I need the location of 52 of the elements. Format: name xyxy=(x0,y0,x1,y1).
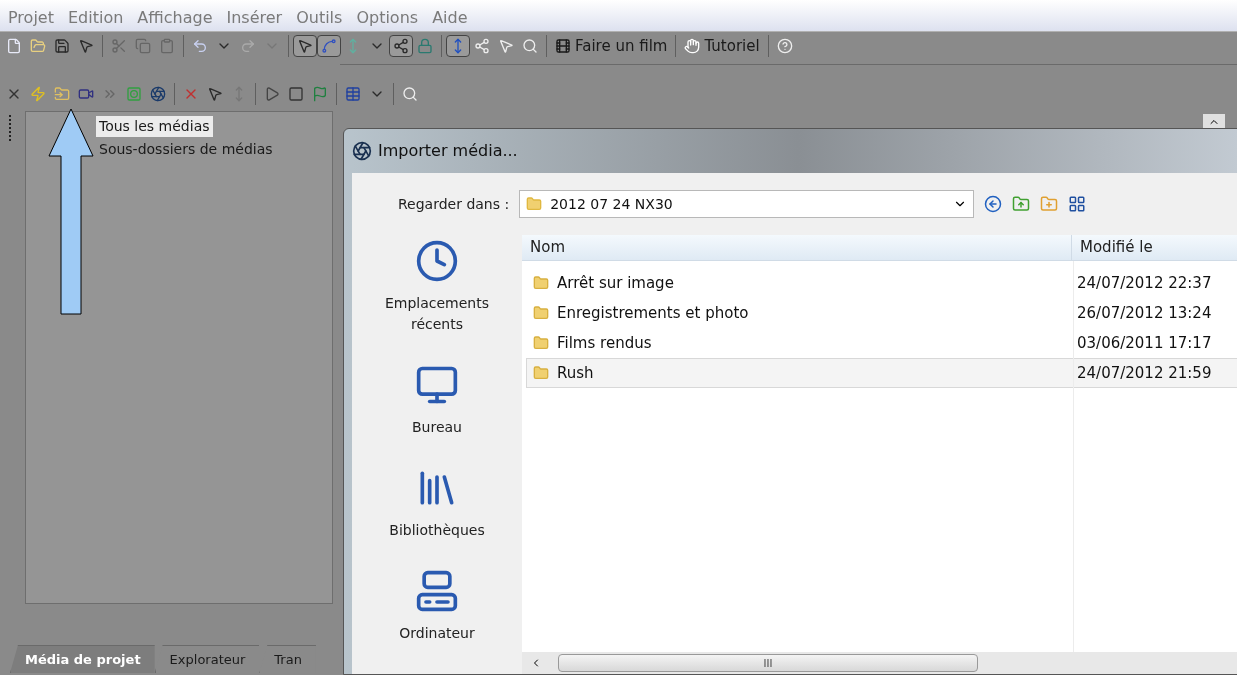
menu-item[interactable]: Options xyxy=(356,6,419,30)
panel-tab[interactable]: Explorateur xyxy=(154,645,260,673)
file-row[interactable]: Enregistrements et photo 26/07/2012 13:24 xyxy=(526,298,1237,328)
look-in-dropdown[interactable]: 2012 07 24 NX30 xyxy=(519,190,975,218)
menu-item[interactable]: Affichage xyxy=(137,6,213,30)
film-reel-icon xyxy=(555,38,571,54)
app-icon xyxy=(352,141,372,161)
modified-date: 24/07/2012 22:37 xyxy=(1076,272,1212,294)
place-item[interactable]: Ordinateur xyxy=(362,569,512,644)
modified-date: 24/07/2012 21:59 xyxy=(1076,362,1212,384)
look-in-label: Regarder dans : xyxy=(398,194,510,214)
file-row[interactable]: Arrêt sur image 24/07/2012 22:37 xyxy=(526,268,1237,298)
pointer-icon[interactable] xyxy=(293,35,317,57)
file-name: Enregistrements et photo xyxy=(557,302,749,324)
menu-item[interactable]: Aide xyxy=(432,6,468,30)
menu-item[interactable]: Projet xyxy=(8,6,54,30)
folder-icon xyxy=(533,305,549,321)
place-item[interactable]: Bibliothèques xyxy=(362,466,512,541)
make-movie-button[interactable]: Faire un film xyxy=(551,34,672,58)
place-item[interactable]: Emplacements récents xyxy=(362,239,512,335)
grip-handle[interactable] xyxy=(8,115,12,141)
folder-icon xyxy=(533,275,549,291)
new-folder-icon[interactable] xyxy=(1040,195,1059,213)
modified-date: 03/06/2011 17:17 xyxy=(1076,332,1212,354)
up-folder-icon[interactable] xyxy=(1012,195,1031,213)
place-item[interactable]: Bureau xyxy=(362,363,512,438)
file-name: Arrêt sur image xyxy=(557,272,674,294)
panel-tab[interactable]: Tran xyxy=(259,645,316,673)
place-icon xyxy=(415,569,459,613)
back-icon[interactable] xyxy=(984,195,1003,213)
folder-icon xyxy=(533,365,549,381)
file-row[interactable]: Films rendus 03/06/2011 17:17 xyxy=(526,328,1237,358)
folder-icon xyxy=(533,335,549,351)
menu-item[interactable]: Edition xyxy=(67,6,124,30)
place-icon xyxy=(415,239,459,283)
scroll-thumb[interactable]: III xyxy=(558,654,978,672)
modified-date: 26/07/2012 13:24 xyxy=(1076,302,1212,324)
file-name: Films rendus xyxy=(557,332,652,354)
file-row[interactable]: Rush 24/07/2012 21:59 xyxy=(526,358,1237,388)
column-header[interactable]: Modifié le xyxy=(1072,235,1237,260)
tree-item[interactable]: Sous-dossiers de médias xyxy=(96,139,276,160)
panel-tab[interactable]: Média de projet xyxy=(10,645,155,673)
dialog-title: Importer média... xyxy=(378,140,518,162)
menu-item[interactable]: Insérer xyxy=(226,6,283,30)
folder-icon xyxy=(526,196,543,212)
column-header[interactable]: Nom xyxy=(522,235,1072,260)
file-name: Rush xyxy=(557,362,594,384)
view-menu-icon[interactable] xyxy=(1068,195,1087,213)
tree-item[interactable]: Tous les médias xyxy=(96,116,213,137)
tutorial-button[interactable]: Tutoriel xyxy=(680,34,764,58)
hand-icon xyxy=(684,38,701,54)
menu-item[interactable]: Outils xyxy=(296,6,343,30)
